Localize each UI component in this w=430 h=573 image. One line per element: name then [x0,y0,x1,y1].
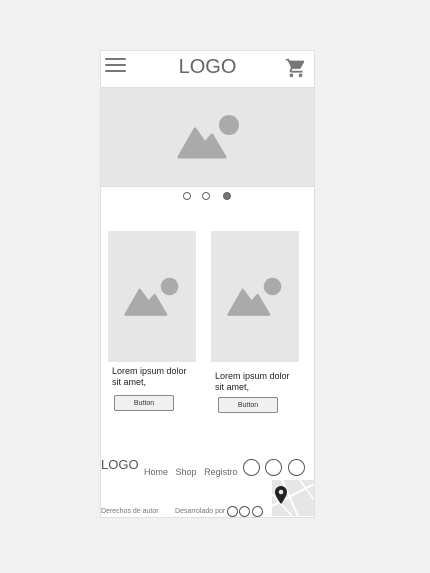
header-logo[interactable]: LOGO [101,56,314,79]
product-image [108,231,196,362]
mobile-screen: LOGO Lorem ipsum dolor sit amet, Button [100,50,315,518]
footer-nav-shop[interactable]: Shop [176,467,197,477]
footer-nav-home[interactable]: Home [144,467,168,477]
social-circle-icon[interactable] [288,459,305,476]
carousel-dot-2[interactable] [202,192,210,200]
product-button[interactable]: Button [218,397,278,413]
copyright-text: Derechos de autor [101,508,159,515]
developed-by-text: Desarrolado por [175,508,226,515]
product-description: Lorem ipsum dolor sit amet, [112,366,187,387]
social-circle-icon[interactable] [265,459,282,476]
developer-circle-icon[interactable] [227,506,238,517]
developer-circle-icon[interactable] [252,506,263,517]
carousel-dots [183,192,243,202]
carousel-dot-1[interactable] [183,192,191,200]
image-placeholder-icon [227,277,282,316]
footer-logo[interactable]: LOGO [101,457,139,472]
map-pin-icon [275,486,287,504]
developer-circle-icon[interactable] [239,506,250,517]
product-card: Lorem ipsum dolor sit amet, Button [211,231,299,413]
image-placeholder-icon [124,277,179,316]
footer-nav: Home Shop Registro [144,467,243,477]
product-card: Lorem ipsum dolor sit amet, Button [108,231,196,411]
product-description: Lorem ipsum dolor sit amet, [215,371,290,392]
header: LOGO [101,51,314,87]
image-placeholder-icon [177,115,239,159]
shopping-cart-icon[interactable] [285,57,307,79]
social-circle-icon[interactable] [243,459,260,476]
map-widget[interactable] [272,480,314,516]
carousel-dot-3[interactable] [223,192,231,200]
footer-nav-registro[interactable]: Registro [204,467,238,477]
hero-banner [101,87,314,187]
product-image [211,231,299,362]
product-button[interactable]: Button [114,395,174,411]
